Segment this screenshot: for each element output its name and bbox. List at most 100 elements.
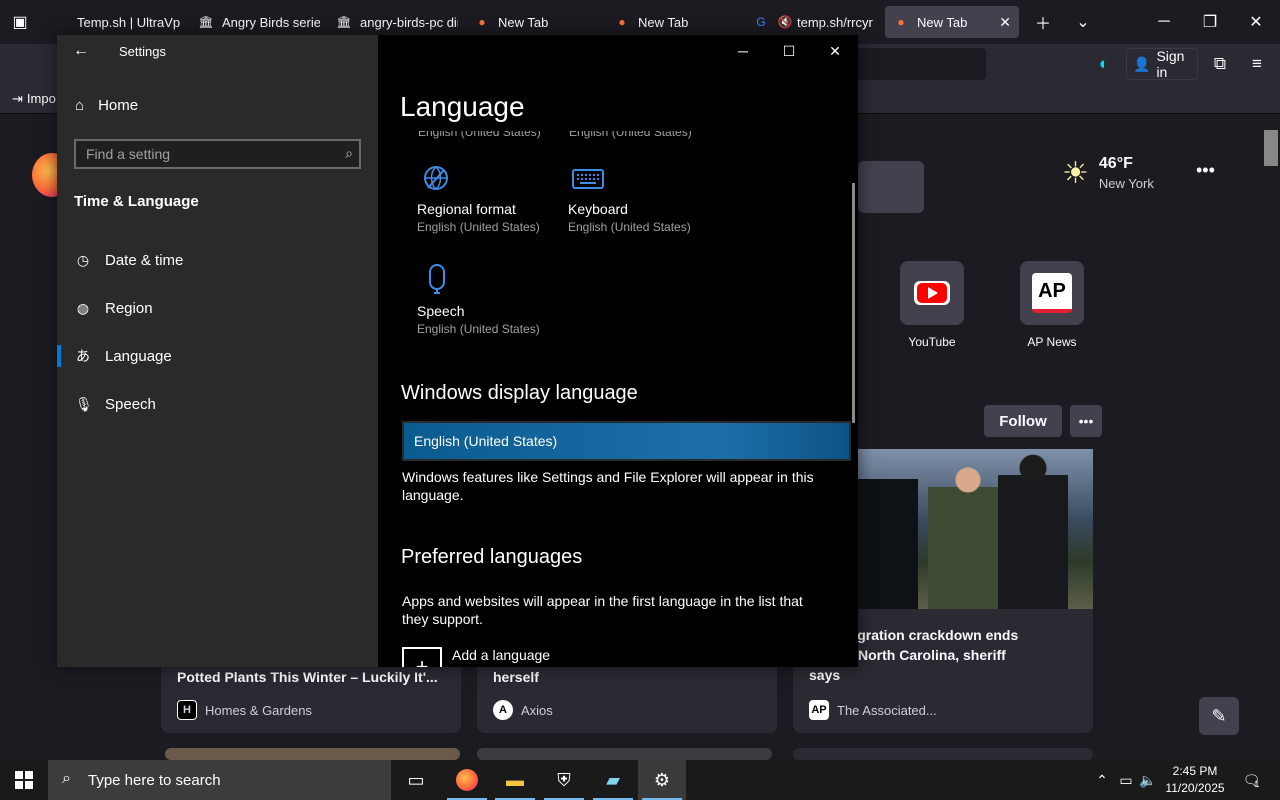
nav-label: Date & time <box>105 251 184 269</box>
task-view-icon[interactable]: ▭ <box>392 760 440 800</box>
system-clock[interactable]: 2:45 PM 11/20/2025 <box>1160 763 1230 797</box>
ap-logo-icon: AP <box>1032 273 1072 313</box>
back-arrow-icon[interactable]: ← <box>57 35 105 67</box>
close-window-icon[interactable]: ✕ <box>1233 0 1279 44</box>
nav-label: Region <box>105 299 153 317</box>
preferred-languages-heading: Preferred languages <box>401 546 583 568</box>
shortcut-ap-news[interactable]: AP AP News <box>1020 261 1084 349</box>
tile-keyboard[interactable]: Keyboard English (United States) <box>568 161 691 234</box>
news-card-thumb[interactable] <box>477 748 772 760</box>
settings-scrollbar[interactable] <box>852 183 855 423</box>
volume-muted-icon[interactable]: 🔈 <box>1138 760 1158 800</box>
bookmark-import[interactable]: ⇥ Impo <box>12 91 56 107</box>
shortcut-youtube[interactable]: YouTube <box>900 261 964 349</box>
settings-content: ─ ☐ ✕ Language English (United States) E… <box>378 35 858 667</box>
globe-icon: ◍ <box>76 299 90 316</box>
notifications-icon[interactable]: 🗨 1 <box>1236 760 1266 800</box>
tile-speech[interactable]: Speech English (United States) <box>417 263 540 336</box>
axios-logo-icon: A <box>493 700 513 720</box>
tab-overflow-chevron-icon[interactable]: ⌄ <box>1060 0 1106 44</box>
sign-in-button[interactable]: 👤 Sign in <box>1126 48 1198 80</box>
find-setting-input[interactable]: Find a setting ⌕ <box>74 139 361 169</box>
card-title: herself <box>493 669 539 685</box>
weather-temp: 46°F <box>1098 155 1133 172</box>
settings-gear-icon[interactable]: ⚙ <box>638 760 686 800</box>
maximize-icon[interactable]: ☐ <box>766 35 812 67</box>
firefox-icon <box>456 769 478 791</box>
restore-icon[interactable]: ❐ <box>1187 0 1233 44</box>
search-icon: ⌕ <box>345 145 353 161</box>
clock-date: 11/20/2025 <box>1165 781 1225 795</box>
photo-person <box>998 449 1068 609</box>
photo-person <box>928 459 1008 609</box>
close-tab-icon[interactable]: ✕ <box>999 14 1011 31</box>
nav-date-time[interactable]: ◷ Date & time <box>57 238 378 282</box>
nav-region[interactable]: ◍ Region <box>57 286 378 330</box>
regional-format-icon <box>417 161 457 197</box>
import-icon: ⇥ <box>12 91 23 106</box>
windows-start-icon[interactable] <box>0 760 48 800</box>
tab-angry-birds-pc[interactable]: 🏛 angry-birds-pc dir <box>328 6 458 38</box>
source-name: The Associated... <box>837 702 937 718</box>
network-icon[interactable]: ▭ <box>1116 760 1136 800</box>
add-language-label: Add a language <box>452 647 551 663</box>
notification-count: 1 <box>1254 779 1260 789</box>
section-title: Time & Language <box>74 193 199 210</box>
tab-angry-birds-series[interactable]: 🏛 Angry Birds series <box>190 6 320 38</box>
user-icon: 👤 <box>1133 55 1151 72</box>
photo-vehicle <box>858 479 918 609</box>
show-hidden-icons-chevron-icon[interactable]: ⌃ <box>1092 760 1112 800</box>
tab-new-tab-2[interactable]: ● New Tab <box>606 6 736 38</box>
file-explorer-icon[interactable]: ▬ <box>491 760 539 800</box>
tile-regional-format[interactable]: Regional format English (United States) <box>417 161 540 234</box>
mute-icon[interactable]: 🔇 <box>777 14 793 30</box>
card-source: A Axios <box>493 700 553 720</box>
homes-gardens-logo-icon: H <box>177 700 197 720</box>
nav-speech[interactable]: 🎙 Speech <box>57 382 378 426</box>
language-icon: あ <box>76 348 90 364</box>
account-sync-icon[interactable]: ◐ <box>1090 50 1118 78</box>
notepad-app-icon[interactable]: ▰ <box>589 760 637 800</box>
add-language-button[interactable]: + Add a language <box>402 647 550 667</box>
sun-icon: ☀ <box>1062 156 1089 190</box>
display-language-dropdown[interactable]: English (United States) <box>402 421 851 461</box>
extensions-icon[interactable]: ⧉ <box>1206 50 1234 78</box>
more-options-icon[interactable]: ••• <box>1070 405 1102 437</box>
tab-tempsh-rrcyr[interactable]: G 🔇 temp.sh/rrcyr <box>745 6 875 38</box>
nav-language[interactable]: あ Language <box>57 334 378 378</box>
shortcut-tile <box>900 261 964 325</box>
url-bar[interactable] <box>856 48 986 80</box>
nav-label: Language <box>105 347 172 365</box>
minimize-icon[interactable]: ─ <box>720 35 766 67</box>
news-card-thumb[interactable] <box>165 748 460 760</box>
page-scrollbar[interactable] <box>1262 115 1280 760</box>
tab-label: New Tab <box>638 14 689 30</box>
bookmark-label: Impo <box>26 91 56 106</box>
minimize-icon[interactable]: ─ <box>1141 0 1187 44</box>
tab-new-tab-active[interactable]: ● New Tab ✕ <box>885 6 1019 38</box>
search-box[interactable] <box>858 161 924 213</box>
follow-button[interactable]: Follow <box>984 405 1062 437</box>
tile-name: Keyboard <box>568 201 628 217</box>
archive-icon: 🏛 <box>336 15 352 29</box>
keyboard-icon <box>568 161 608 197</box>
google-icon: G <box>756 15 766 29</box>
weather-widget[interactable]: ☀ 46°F New York <box>1062 155 1154 191</box>
search-icon: ⌕ <box>62 770 71 787</box>
news-card-thumb[interactable] <box>793 748 1093 760</box>
card-source: AP The Associated... <box>809 700 937 720</box>
more-options-icon[interactable]: ••• <box>1196 160 1215 181</box>
shortcut-tile: AP <box>1020 261 1084 325</box>
firefox-icon: ● <box>897 15 905 29</box>
security-shield-icon[interactable]: ⛨ <box>540 760 588 800</box>
tab-tempsh[interactable]: Temp.sh | UltraVpn2.0. <box>45 6 180 38</box>
close-window-icon[interactable]: ✕ <box>812 35 858 67</box>
firefox-taskbar-icon[interactable] <box>443 760 491 800</box>
hamburger-menu-icon[interactable]: ≡ <box>1243 50 1271 78</box>
tab-list-icon[interactable]: ▣ <box>0 0 40 44</box>
tab-new-tab-1[interactable]: ● New Tab <box>466 6 596 38</box>
scrollbar-thumb[interactable] <box>1264 130 1278 166</box>
edit-pencil-icon[interactable]: ✎ <box>1199 697 1239 735</box>
nav-home[interactable]: ⌂ Home <box>75 97 138 114</box>
taskbar-search-box[interactable]: ⌕ Type here to search <box>48 760 391 800</box>
